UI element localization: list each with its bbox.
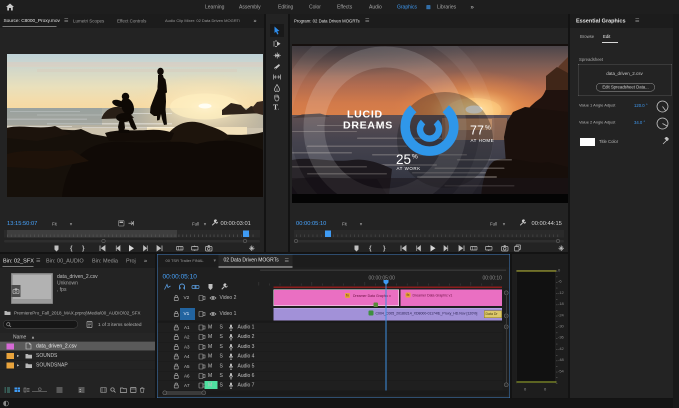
svg-text:%: % xyxy=(485,125,491,132)
svg-text:DREAMS: DREAMS xyxy=(343,120,393,132)
svg-text:AT WORK: AT WORK xyxy=(397,166,421,171)
svg-text:25: 25 xyxy=(396,152,411,167)
svg-text:77: 77 xyxy=(470,124,484,138)
svg-text:AT HOME: AT HOME xyxy=(471,138,495,143)
svg-text:%: % xyxy=(412,154,418,161)
